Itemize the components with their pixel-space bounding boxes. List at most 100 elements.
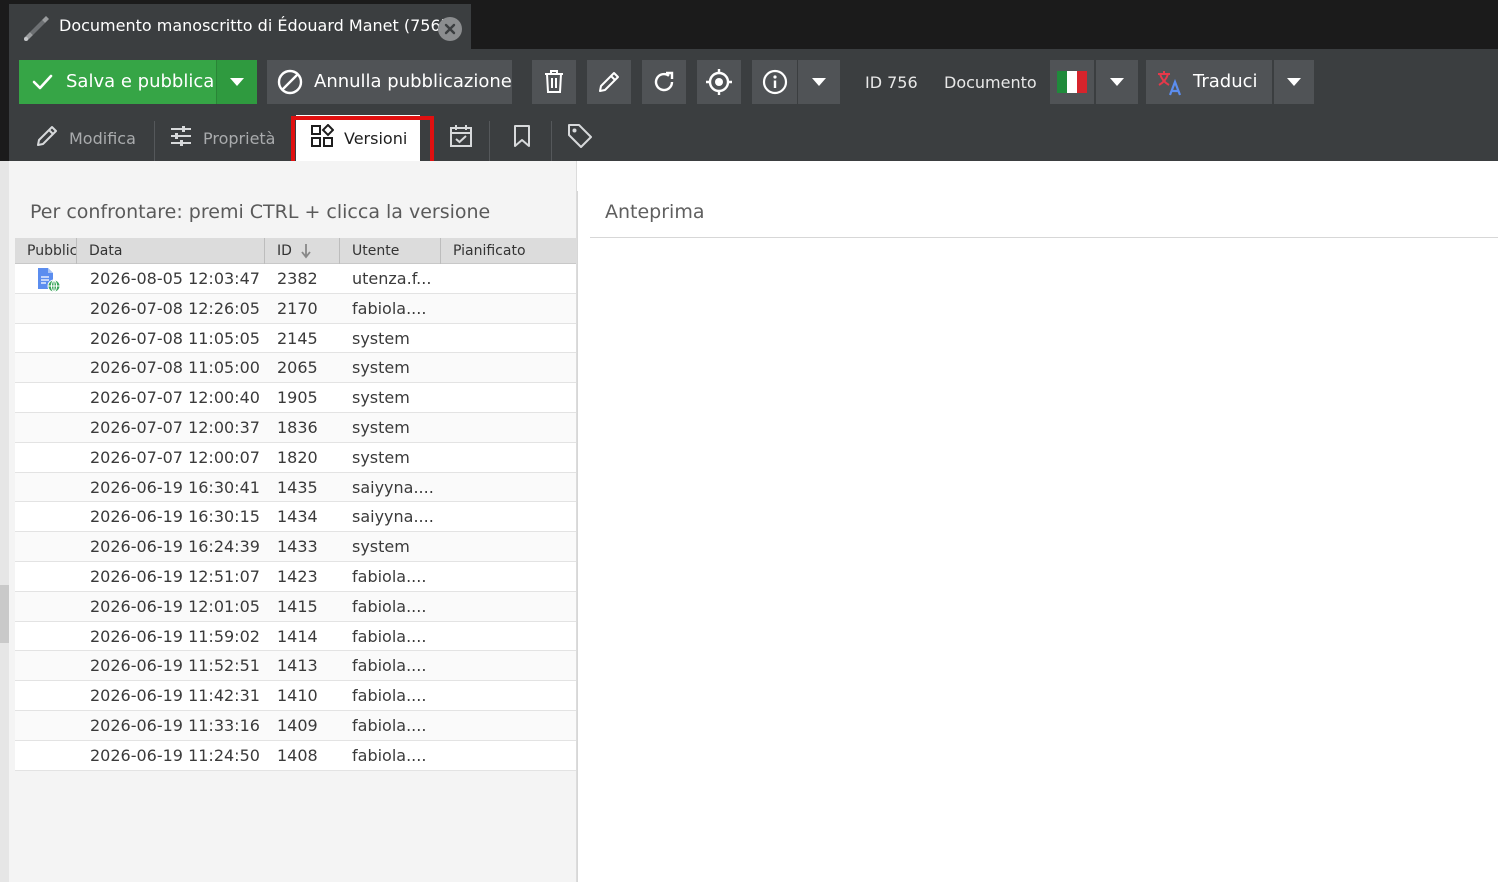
trash-icon <box>544 70 564 94</box>
caret-down-icon <box>1286 77 1302 87</box>
id-cell: 1413 <box>277 656 318 676</box>
tab-properties[interactable]: Proprietà <box>157 115 290 161</box>
date-cell: 2026-07-08 11:05:05 <box>90 328 260 348</box>
date-cell: 2026-06-19 11:24:50 <box>90 745 260 765</box>
table-row[interactable]: 2026-08-05 12:03:47 2382 utenza.f... <box>15 264 576 294</box>
user-cell: fabiola.... <box>352 686 427 706</box>
date-cell: 2026-06-19 12:01:05 <box>90 596 260 616</box>
delete-button[interactable] <box>532 60 576 104</box>
preview-area <box>590 238 1498 882</box>
published-cell <box>32 532 72 561</box>
published-cell <box>32 651 72 680</box>
user-cell: system <box>352 358 410 378</box>
published-cell <box>32 353 72 382</box>
close-tab-icon[interactable] <box>438 17 462 41</box>
user-cell: fabiola.... <box>352 745 427 765</box>
tab-bookmarks[interactable] <box>492 115 552 161</box>
tab-separator <box>489 121 490 161</box>
table-row[interactable]: 2026-06-19 11:52:51 1413 fabiola.... <box>15 651 576 682</box>
published-cell <box>32 711 72 740</box>
user-cell: fabiola.... <box>352 298 427 318</box>
translate-dropdown-button[interactable] <box>1274 60 1314 104</box>
date-cell: 2026-06-19 11:42:31 <box>90 686 260 706</box>
caret-down-icon <box>811 77 827 87</box>
id-cell: 1414 <box>277 626 318 646</box>
id-cell: 1409 <box>277 715 318 735</box>
table-header: Pubblic Data ID Utente Pianificato <box>15 238 576 264</box>
save-and-publish-button[interactable]: Salva e pubblica <box>19 60 216 104</box>
table-row[interactable]: 2026-07-07 12:00:37 1836 system <box>15 412 576 443</box>
tab-schedule[interactable] <box>434 115 488 161</box>
table-row[interactable]: 2026-06-19 16:30:15 1434 saiyyna.... <box>15 502 576 533</box>
translate-button[interactable]: Traduci <box>1146 60 1272 104</box>
reload-button[interactable] <box>642 60 686 104</box>
table-row[interactable]: 2026-06-19 16:30:41 1435 saiyyna.... <box>15 472 576 503</box>
table-row[interactable]: 2026-06-19 11:33:16 1409 fabiola.... <box>15 710 576 741</box>
published-cell <box>32 294 72 323</box>
bookmark-icon <box>512 124 532 152</box>
date-cell: 2026-07-08 11:05:00 <box>90 358 260 378</box>
document-type-label: Documento <box>944 73 1037 92</box>
published-cell <box>32 622 72 651</box>
table-row[interactable]: 2026-06-19 12:51:07 1423 fabiola.... <box>15 561 576 592</box>
column-scheduled[interactable]: Pianificato <box>441 238 576 264</box>
table-row[interactable]: 2026-07-08 11:05:05 2145 system <box>15 323 576 354</box>
unpublish-button[interactable]: Annulla pubblicazione <box>267 60 512 104</box>
more-options-dropdown-button[interactable] <box>798 60 840 104</box>
tab-separator <box>154 121 155 161</box>
document-id-label: ID 756 <box>865 73 918 92</box>
collapsed-sidebar-strip <box>0 161 9 882</box>
user-cell: system <box>352 388 410 408</box>
language-button[interactable] <box>1050 60 1094 104</box>
table-row[interactable]: 2026-07-07 12:00:40 1905 system <box>15 383 576 413</box>
table-row[interactable]: 2026-07-07 12:00:07 1820 system <box>15 442 576 473</box>
tab-tags[interactable] <box>554 115 606 161</box>
date-cell: 2026-06-19 11:59:02 <box>90 626 260 646</box>
tab-edit-label: Modifica <box>69 128 136 148</box>
pane-divider[interactable] <box>577 191 578 882</box>
locate-in-tree-button[interactable] <box>697 60 741 104</box>
user-cell: system <box>352 417 410 437</box>
save-options-dropdown-button[interactable] <box>216 60 257 104</box>
column-id[interactable]: ID <box>265 238 340 264</box>
published-cell <box>32 741 72 770</box>
table-row[interactable]: 2026-06-19 16:24:39 1433 system <box>15 532 576 562</box>
language-dropdown-button[interactable] <box>1096 60 1138 104</box>
table-row[interactable]: 2026-07-08 11:05:00 2065 system <box>15 353 576 384</box>
caret-down-icon <box>1109 77 1125 87</box>
save-and-publish-label: Salva e pubblica <box>66 71 215 92</box>
tab-strip: Documento manoscritto di Édouard Manet (… <box>0 0 1498 49</box>
id-cell: 1820 <box>277 447 318 467</box>
id-cell: 1410 <box>277 686 318 706</box>
table-row[interactable]: 2026-06-19 11:24:50 1408 fabiola.... <box>15 740 576 771</box>
unpublish-label: Annulla pubblicazione <box>314 71 512 92</box>
document-tab[interactable]: Documento manoscritto di Édouard Manet (… <box>9 4 471 49</box>
edit-button[interactable] <box>587 60 631 104</box>
column-published[interactable]: Pubblic <box>15 238 77 264</box>
published-cell <box>32 502 72 531</box>
date-cell: 2026-06-19 16:30:15 <box>90 507 260 527</box>
id-cell: 1434 <box>277 507 318 527</box>
sidebar-expand-handle[interactable] <box>0 585 9 643</box>
id-cell: 1423 <box>277 566 318 586</box>
editor-toolbar: Salva e pubblica Annulla pubblicazione I… <box>9 49 1498 171</box>
table-row[interactable]: 2026-06-19 11:42:31 1410 fabiola.... <box>15 681 576 711</box>
id-cell: 2382 <box>277 269 318 288</box>
info-icon <box>762 69 788 95</box>
tab-separator <box>551 121 552 161</box>
preview-title: Anteprima <box>605 201 705 223</box>
user-cell: fabiola.... <box>352 566 427 586</box>
id-cell: 1836 <box>277 417 318 437</box>
user-cell: saiyyna.... <box>352 507 434 527</box>
info-button[interactable] <box>752 60 797 104</box>
column-user[interactable]: Utente <box>340 238 441 264</box>
tab-edit[interactable]: Modifica <box>23 115 154 161</box>
target-icon <box>705 68 733 96</box>
published-cell <box>32 264 72 293</box>
user-cell: system <box>352 537 410 557</box>
table-row[interactable]: 2026-07-08 12:26:05 2170 fabiola.... <box>15 293 576 324</box>
column-date[interactable]: Data <box>77 238 265 264</box>
table-row[interactable]: 2026-06-19 11:59:02 1414 fabiola.... <box>15 621 576 652</box>
document-tab-title: Documento manoscritto di Édouard Manet (… <box>59 16 447 35</box>
table-row[interactable]: 2026-06-19 12:01:05 1415 fabiola.... <box>15 591 576 622</box>
